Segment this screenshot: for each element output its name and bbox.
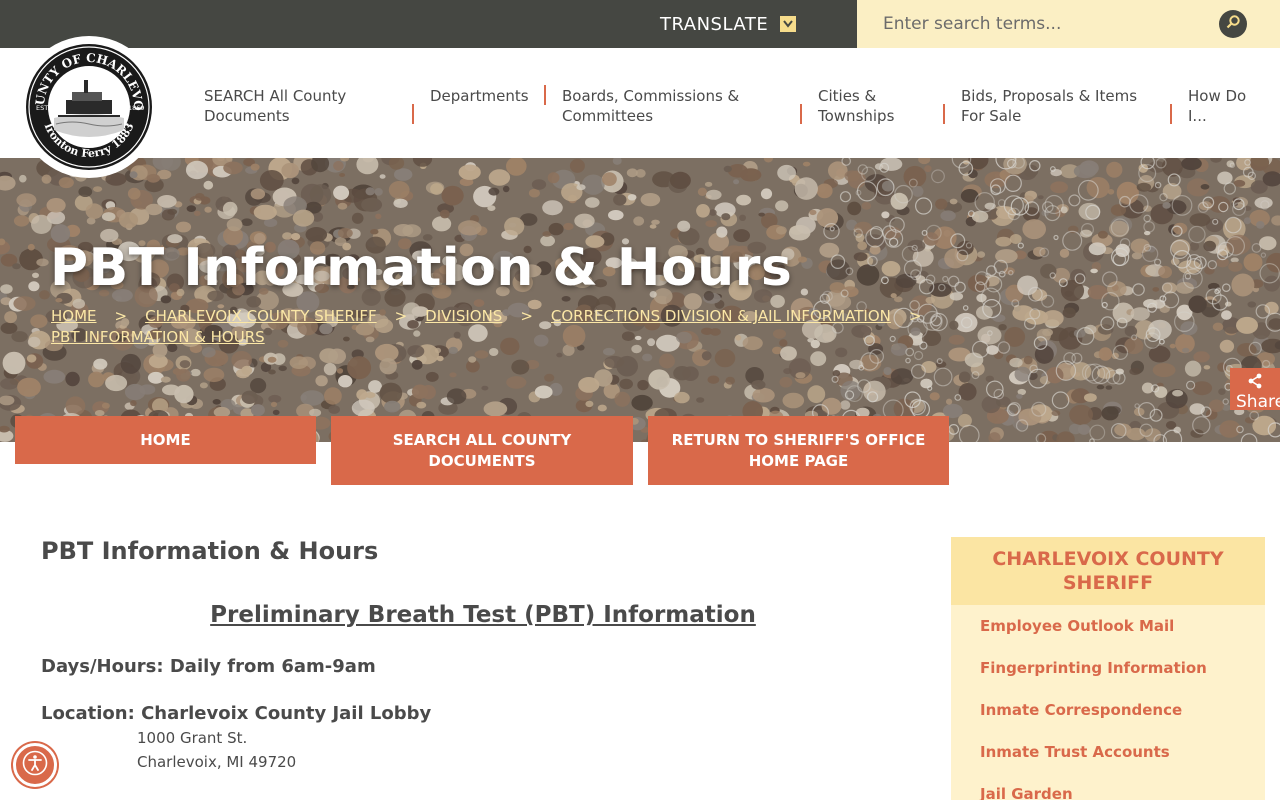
section-title: Preliminary Breath Test (PBT) Informatio… xyxy=(210,602,756,628)
location-line: Location: Charlevoix County Jail Lobby xyxy=(41,703,432,724)
nav-divider xyxy=(943,104,945,124)
share-label: Share xyxy=(1236,392,1280,410)
seal-est-left: EST. xyxy=(36,104,50,112)
top-bar: TRANSLATE xyxy=(0,0,1280,48)
search-all-documents-button[interactable]: SEARCH ALL COUNTY DOCUMENTS xyxy=(331,416,633,485)
sidebar-item-jail-garden[interactable]: Jail Garden xyxy=(980,785,1073,800)
nav-item-cities[interactable]: Cities & Townships xyxy=(818,86,918,126)
nav-item-boards[interactable]: Boards, Commissions & Committees xyxy=(562,86,762,126)
page-title: PBT Information & Hours xyxy=(50,238,793,298)
hero-banner: PBT Information & Hours HOME > CHARLEVOIX … xyxy=(0,158,1280,442)
share-icon xyxy=(1247,373,1263,394)
nav-item-how-do-i[interactable]: How Do I... xyxy=(1188,86,1258,126)
county-seal-logo[interactable]: COUNTY OF CHARLEVOIX Ironton Ferry 1883 … xyxy=(17,29,156,174)
breadcrumb-separator: > xyxy=(908,307,922,325)
translate-label: TRANSLATE xyxy=(660,13,769,35)
nav-divider xyxy=(800,104,802,124)
nav-divider xyxy=(544,85,546,105)
home-button[interactable]: HOME xyxy=(15,416,316,464)
seal-est-right: 1869 xyxy=(128,104,145,112)
breadcrumb-divisions[interactable]: DIVISIONS xyxy=(425,307,502,325)
sidebar-item-employee-mail[interactable]: Employee Outlook Mail xyxy=(980,617,1174,635)
nav-divider xyxy=(1170,104,1172,124)
sidebar-item-inmate-correspondence[interactable]: Inmate Correspondence xyxy=(980,701,1182,719)
sidebar-heading[interactable]: CHARLEVOIX COUNTY SHERIFF xyxy=(951,537,1265,605)
breadcrumb-separator: > xyxy=(394,307,408,325)
content-heading: PBT Information & Hours xyxy=(41,537,379,565)
search-input[interactable] xyxy=(877,6,1207,42)
search-button[interactable] xyxy=(1219,10,1247,38)
breadcrumb: HOME > CHARLEVOIX COUNTY SHERIFF > DIVISIONS… xyxy=(51,306,1011,348)
address-street: 1000 Grant St. xyxy=(137,729,248,747)
sidebar-menu: CHARLEVOIX COUNTY SHERIFF Employee Outlo… xyxy=(951,537,1265,800)
breadcrumb-sheriff[interactable]: CHARLEVOIX COUNTY SHERIFF xyxy=(145,307,377,325)
search-icon xyxy=(1225,14,1241,34)
sidebar-item-inmate-trust[interactable]: Inmate Trust Accounts xyxy=(980,743,1170,761)
share-button[interactable]: Share xyxy=(1230,368,1280,410)
breadcrumb-separator: > xyxy=(114,307,128,325)
breadcrumb-corrections[interactable]: CORRECTIONS DIVISION & JAIL INFORMATION xyxy=(551,307,891,325)
address-city: Charlevoix, MI 49720 xyxy=(137,753,297,771)
breadcrumb-separator: > xyxy=(520,307,533,325)
chevron-down-icon xyxy=(780,16,797,32)
accessibility-button[interactable] xyxy=(13,743,57,787)
nav-item-departments[interactable]: Departments xyxy=(430,86,540,106)
breadcrumb-home[interactable]: HOME xyxy=(51,307,97,325)
nav-item-search-documents[interactable]: SEARCH All County Documents xyxy=(204,86,374,126)
sidebar-item-fingerprinting[interactable]: Fingerprinting Information xyxy=(980,659,1207,677)
breadcrumb-current[interactable]: PBT INFORMATION & HOURS xyxy=(51,328,265,346)
accessibility-icon xyxy=(22,750,48,780)
translate-button[interactable]: TRANSLATE xyxy=(660,0,797,48)
return-to-sheriff-button[interactable]: RETURN TO SHERIFF'S OFFICE HOME PAGE xyxy=(648,416,949,485)
hours-line: Days/Hours: Daily from 6am-9am xyxy=(41,656,376,677)
search-bar xyxy=(857,0,1280,48)
nav-item-bids[interactable]: Bids, Proposals & Items For Sale xyxy=(961,86,1151,126)
nav-divider xyxy=(412,104,414,124)
site-header: COUNTY OF CHARLEVOIX Ironton Ferry 1883 … xyxy=(0,29,1280,174)
pebble-background-image xyxy=(0,158,1280,442)
